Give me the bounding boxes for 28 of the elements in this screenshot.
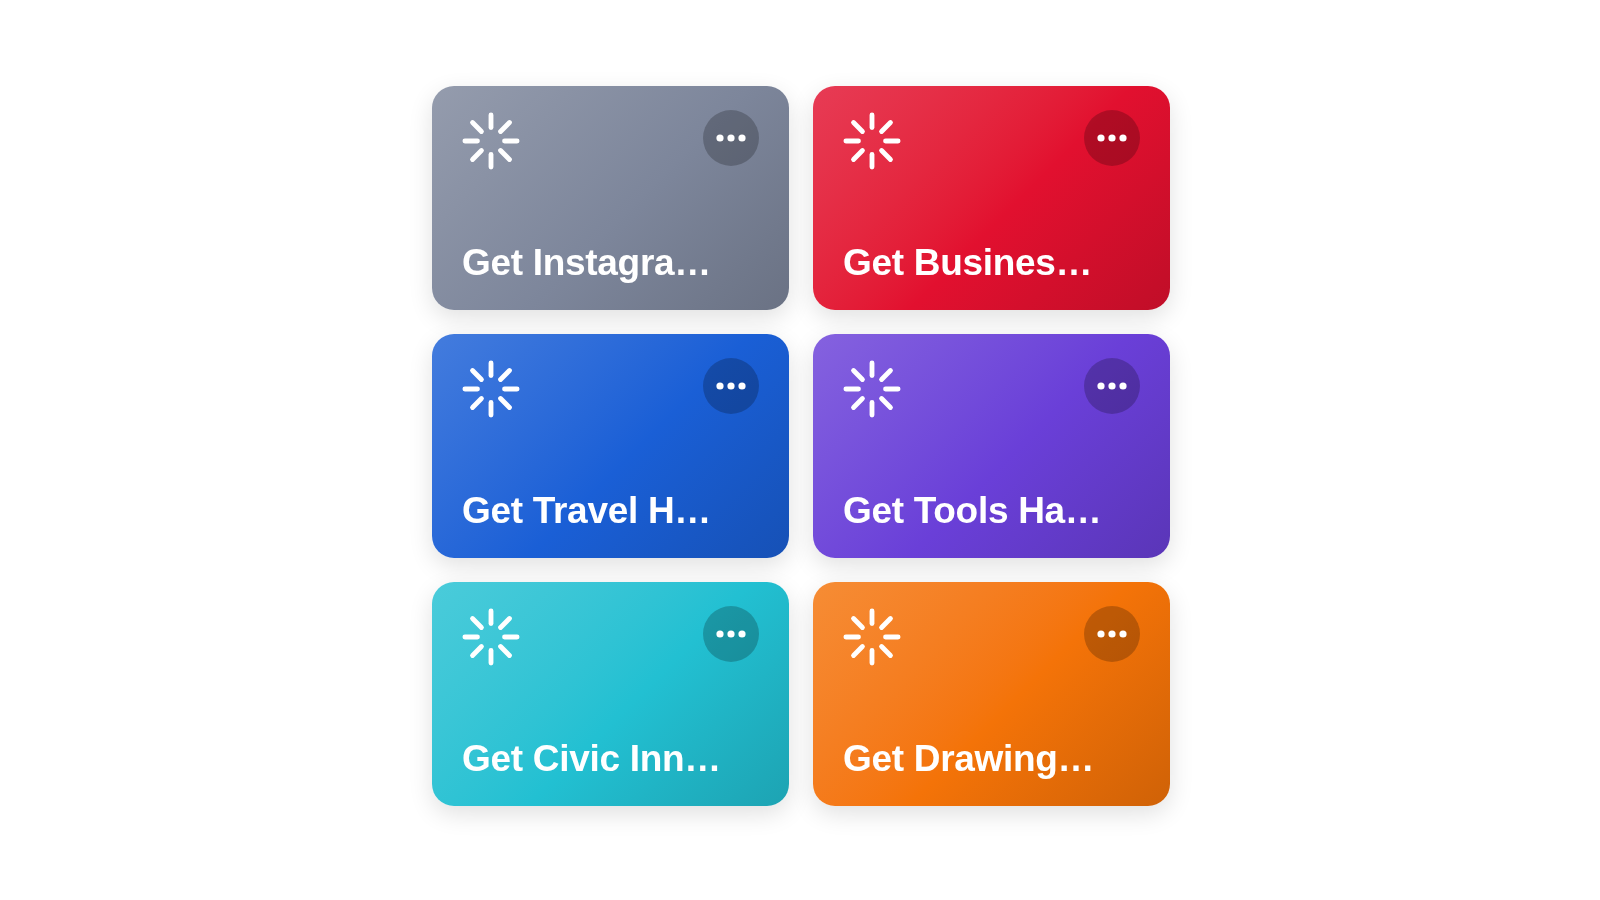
shortcut-tile[interactable]: Get Busines… [813,86,1170,310]
more-button[interactable] [703,110,759,166]
shortcut-title: Get Busines… [843,243,1094,284]
more-button[interactable] [1084,358,1140,414]
spinner-icon [462,112,520,170]
spinner-icon [462,608,520,666]
shortcut-tile[interactable]: Get Instagra… [432,86,789,310]
more-button[interactable] [1084,606,1140,662]
shortcut-title: Get Civic Inn… [462,739,722,780]
shortcut-tile[interactable]: Get Travel H… [432,334,789,558]
more-icon [716,630,746,638]
more-icon [1097,630,1127,638]
shortcut-title: Get Travel H… [462,491,713,532]
spinner-icon [843,608,901,666]
shortcut-title: Get Tools Ha… [843,491,1103,532]
shortcut-title: Get Drawing… [843,739,1096,780]
more-button[interactable] [703,358,759,414]
shortcut-title: Get Instagra… [462,243,712,284]
more-icon [1097,134,1127,142]
spinner-icon [462,360,520,418]
more-icon [716,382,746,390]
spinner-icon [843,112,901,170]
more-icon [716,134,746,142]
spinner-icon [843,360,901,418]
shortcut-tile[interactable]: Get Tools Ha… [813,334,1170,558]
more-button[interactable] [1084,110,1140,166]
more-icon [1097,382,1127,390]
shortcut-tile[interactable]: Get Drawing… [813,582,1170,806]
